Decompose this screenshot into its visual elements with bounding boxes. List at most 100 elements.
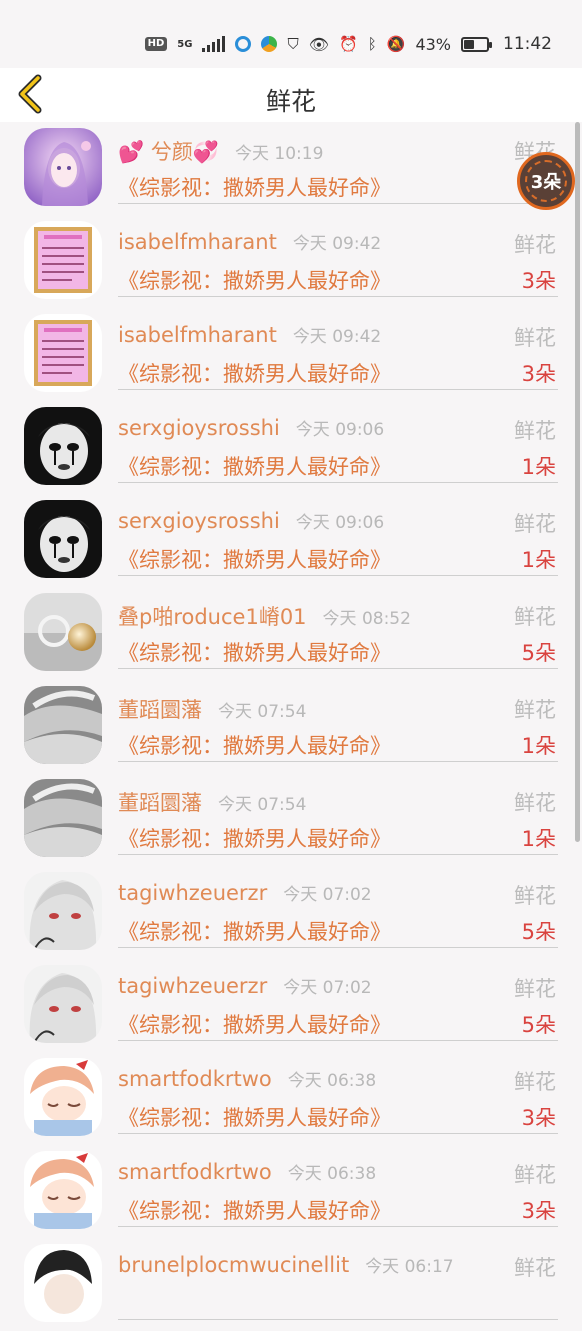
timestamp: 今天 07:54 bbox=[218, 702, 307, 722]
avatar[interactable] bbox=[24, 221, 102, 299]
user-name: isabelfmharant 今天 09:42 bbox=[118, 322, 381, 347]
avatar[interactable] bbox=[24, 686, 102, 764]
gift-type-label: 鲜花 bbox=[514, 605, 556, 629]
user-name-text: isabelfmharant bbox=[118, 323, 277, 347]
gift-type-label: 鲜花 bbox=[514, 698, 556, 722]
list-item[interactable]: brunelplocmwucinellit 今天 06:17 鲜花 bbox=[0, 1238, 582, 1331]
divider bbox=[118, 1226, 558, 1227]
user-name-text: brunelplocmwucinellit bbox=[118, 1253, 350, 1277]
user-name-text: 董蹈圜藩 bbox=[118, 791, 202, 815]
user-name-text: smartfodkrtwo bbox=[118, 1160, 272, 1184]
user-name: smartfodkrtwo 今天 06:38 bbox=[118, 1159, 376, 1184]
flower-count: 1朵 bbox=[521, 734, 556, 758]
book-title[interactable]: 《综影视：撒娇男人最好命》 bbox=[118, 451, 391, 481]
gift-type-label: 鲜花 bbox=[514, 326, 556, 350]
divider bbox=[118, 203, 558, 204]
avatar[interactable] bbox=[24, 1058, 102, 1136]
header-bar: 鲜花 bbox=[0, 68, 582, 122]
list-item[interactable]: 董蹈圜藩 今天 07:54 鲜花《综影视：撒娇男人最好命》 1朵 bbox=[0, 773, 582, 866]
gift-type-label: 鲜花 bbox=[514, 791, 556, 815]
divider bbox=[118, 1040, 558, 1041]
floating-badge[interactable]: 3朵 bbox=[517, 152, 575, 210]
book-title[interactable]: 《综影视：撒娇男人最好命》 bbox=[118, 730, 391, 760]
list-item[interactable]: serxgioysrosshi 今天 09:06 鲜花 《综影视：撒娇男人最好命》 1朵 bbox=[0, 401, 582, 494]
avatar[interactable] bbox=[24, 1244, 102, 1322]
user-name-text: 叠p啪roduce1嵴01 bbox=[118, 605, 307, 629]
book-title[interactable]: 《综影视：撒娇男人最好命》 bbox=[118, 172, 391, 202]
gift-type-label: 鲜花 bbox=[514, 512, 556, 536]
gift-type-label: 鲜花 bbox=[514, 233, 556, 257]
book-title[interactable]: 《综影视：撒娇男人最好命》 bbox=[118, 916, 391, 946]
timestamp: 今天 09:42 bbox=[292, 327, 382, 347]
avatar[interactable] bbox=[24, 128, 102, 206]
gift-list: 💕 兮颜💞今天 10:19鲜花《综影视：撒娇男人最好命》3朵isabelfmha… bbox=[0, 122, 582, 1331]
flower-count: 3朵 bbox=[521, 269, 556, 293]
book-title[interactable]: 《综影视：撒娇男人最好命》 bbox=[118, 1009, 391, 1039]
divider bbox=[118, 482, 558, 483]
timestamp: 今天 09:42 bbox=[292, 234, 382, 254]
divider bbox=[118, 668, 558, 669]
divider bbox=[118, 389, 558, 390]
gift-type-label: 鲜花 bbox=[514, 1256, 556, 1280]
avatar[interactable] bbox=[24, 407, 102, 485]
page-title: 鲜花 bbox=[265, 87, 316, 116]
divider bbox=[118, 854, 558, 855]
book-title[interactable]: 《综影视：撒娇男人最好命》 bbox=[118, 823, 391, 853]
flower-count: 3朵 bbox=[521, 1106, 556, 1130]
avatar[interactable] bbox=[24, 314, 102, 392]
timestamp: 今天 09:06 bbox=[295, 420, 385, 440]
timestamp: 今天 07:54 bbox=[218, 795, 307, 815]
user-name: tagiwhzeuerzr 今天 07:02 bbox=[118, 880, 372, 905]
flower-count: 5朵 bbox=[521, 920, 556, 944]
list-item[interactable]: isabelfmharant 今天 09:42 鲜花《综影视：撒娇男人最好命》 3朵 bbox=[0, 215, 582, 308]
avatar[interactable] bbox=[24, 500, 102, 578]
timestamp: 今天 08:52 bbox=[322, 609, 411, 629]
app-notification-icon-2 bbox=[261, 36, 278, 52]
book-title[interactable]: 《综影视：撒娇男人最好命》 bbox=[118, 637, 391, 667]
book-title[interactable]: 《综影视：撒娇男人最好命》 bbox=[118, 358, 391, 388]
list-item[interactable]: tagiwhzeuerzr 今天 07:02 鲜花 《综影视：撒娇男人最好命》 5朵 bbox=[0, 959, 582, 1052]
user-name: 叠p啪roduce1嵴01 今天 08:52 bbox=[118, 601, 411, 631]
scrollbar[interactable] bbox=[575, 122, 580, 842]
timestamp: 今天 06:17 bbox=[365, 1257, 454, 1277]
user-name: serxgioysrosshi 今天 09:06 bbox=[118, 508, 384, 533]
battery-icon bbox=[461, 36, 492, 52]
list-item[interactable]: 💕 兮颜💞今天 10:19鲜花《综影视：撒娇男人最好命》3朵 bbox=[0, 122, 582, 215]
avatar[interactable] bbox=[24, 779, 102, 857]
clock: 11:42 bbox=[503, 34, 552, 54]
avatar[interactable] bbox=[24, 593, 102, 671]
list-item[interactable]: tagiwhzeuerzr 今天 07:02 鲜花《综影视：撒娇男人最好命》 5朵 bbox=[0, 866, 582, 959]
avatar[interactable] bbox=[24, 872, 102, 950]
list-item[interactable]: 董蹈圜藩 今天 07:54 鲜花《综影视：撒娇男人最好命》 1朵 bbox=[0, 680, 582, 773]
book-title[interactable]: 《综影视：撒娇男人最好命》 bbox=[118, 1195, 391, 1225]
list-item[interactable]: serxgioysrosshi 今天 09:06 鲜花 《综影视：撒娇男人最好命》 1朵 bbox=[0, 494, 582, 587]
user-name: isabelfmharant 今天 09:42 bbox=[118, 229, 381, 254]
status-bar: HD 5G ⛉ 👁 ⏰ ᛒ 🔕 43% 11:42 bbox=[0, 0, 582, 68]
user-name: brunelplocmwucinellit 今天 06:17 bbox=[118, 1252, 454, 1277]
avatar[interactable] bbox=[24, 965, 102, 1043]
list-item[interactable]: smartfodkrtwo 今天 06:38 鲜花《综影视：撒娇男人最好命》 3朵 bbox=[0, 1052, 582, 1145]
battery-percent: 43% bbox=[415, 34, 451, 54]
timestamp: 今天 06:38 bbox=[287, 1164, 377, 1184]
user-name-text: serxgioysrosshi bbox=[118, 416, 280, 440]
list-item[interactable]: smartfodkrtwo 今天 06:38 鲜花 《综影视：撒娇男人最好命》 3朵 bbox=[0, 1145, 582, 1238]
book-title[interactable]: 《综影视：撒娇男人最好命》 bbox=[118, 1102, 391, 1132]
user-name: 董蹈圜藩 今天 07:54 bbox=[118, 694, 306, 724]
user-name: tagiwhzeuerzr 今天 07:02 bbox=[118, 973, 372, 998]
flower-count: 1朵 bbox=[521, 827, 556, 851]
list-item[interactable]: isabelfmharant 今天 09:42 鲜花 《综影视：撒娇男人最好命》 3朵 bbox=[0, 308, 582, 401]
book-title[interactable]: 《综影视：撒娇男人最好命》 bbox=[118, 544, 391, 574]
book-title[interactable]: 《综影视：撒娇男人最好命》 bbox=[118, 265, 391, 295]
user-name-text: isabelfmharant bbox=[118, 230, 277, 254]
user-name: smartfodkrtwo 今天 06:38 bbox=[118, 1066, 376, 1091]
mute-icon: 🔕 bbox=[386, 35, 406, 53]
list-item[interactable]: 叠p啪roduce1嵴01 今天 08:52 鲜花 《综影视：撒娇男人最好命》 5朵 bbox=[0, 587, 582, 680]
gift-type-label: 鲜花 bbox=[514, 419, 556, 443]
gift-type-label: 鲜花 bbox=[514, 884, 556, 908]
timestamp: 今天 09:06 bbox=[295, 513, 385, 533]
gift-type-label: 鲜花 bbox=[514, 1070, 556, 1094]
user-name-text: smartfodkrtwo bbox=[118, 1067, 272, 1091]
app-notification-icon bbox=[235, 36, 252, 52]
flower-count: 3朵 bbox=[521, 1199, 556, 1223]
avatar[interactable] bbox=[24, 1151, 102, 1229]
